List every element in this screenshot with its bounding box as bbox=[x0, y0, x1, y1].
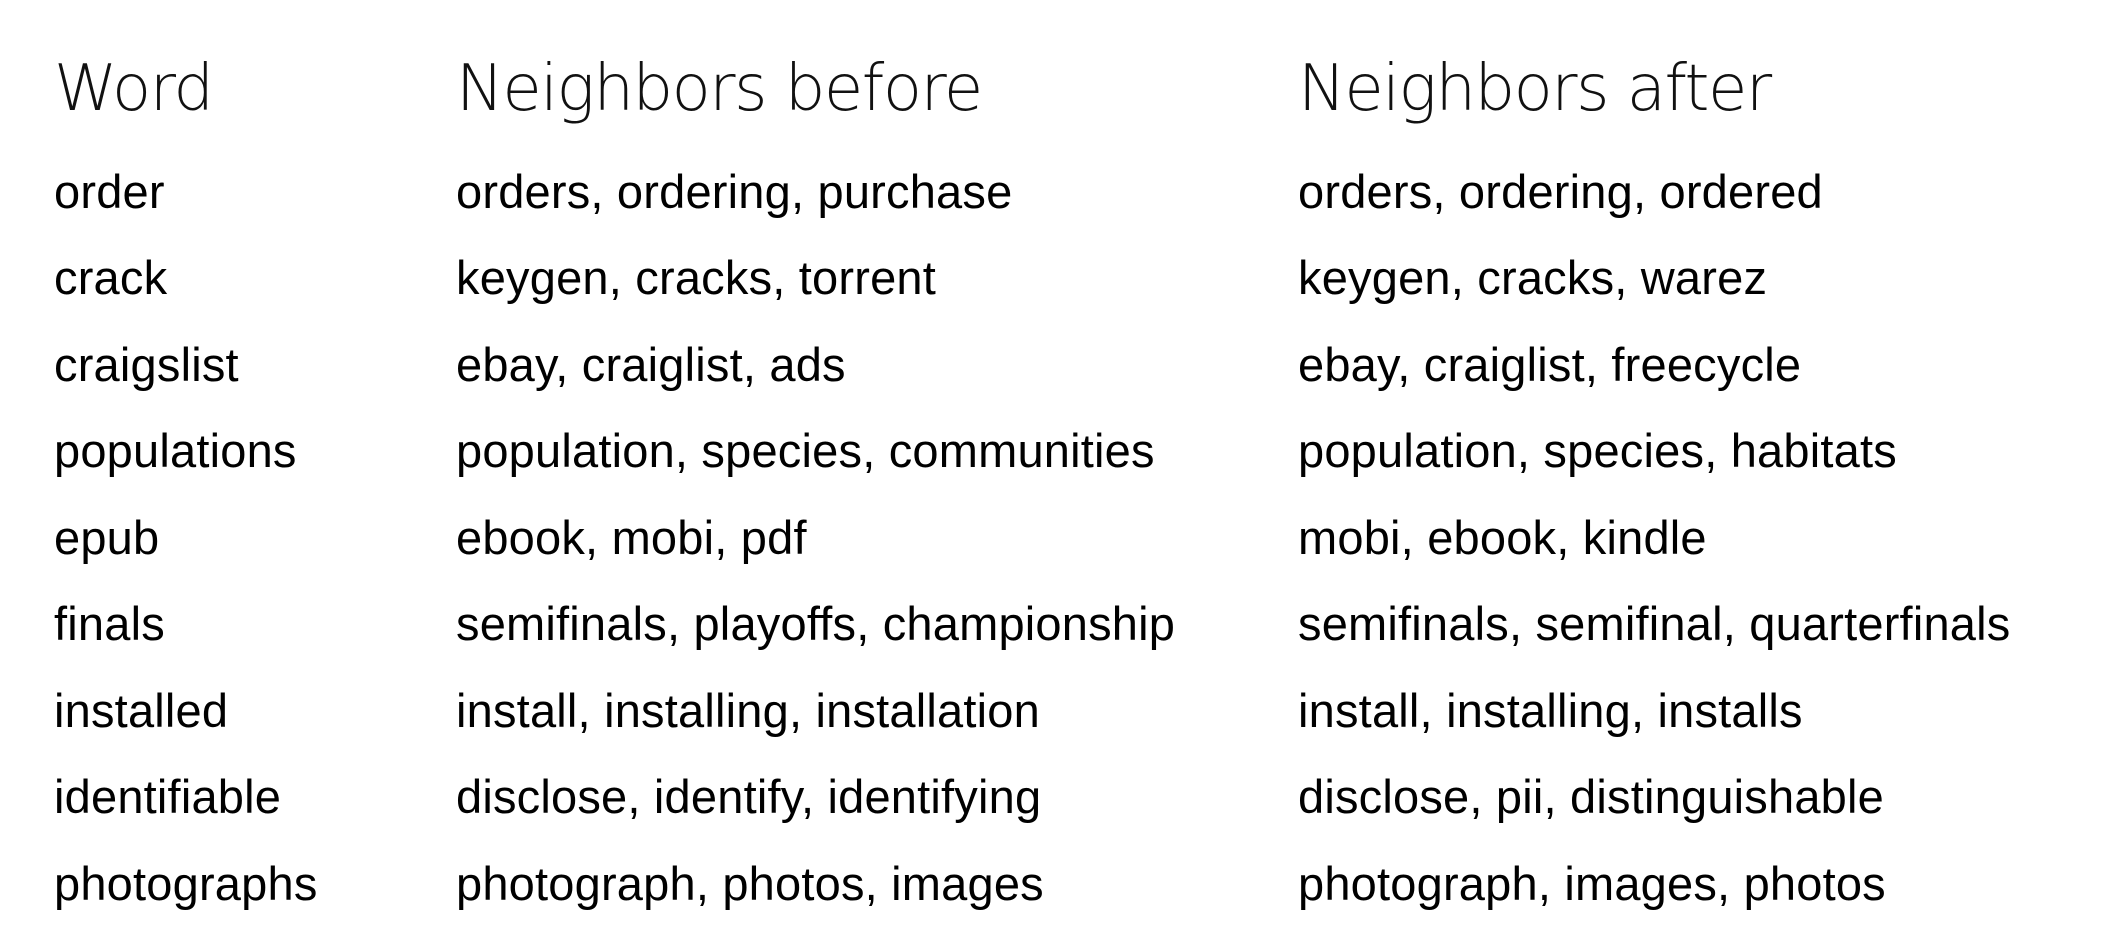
cell-neighbors-after: mobi, ebook, kindle bbox=[1298, 510, 1707, 564]
table-row: craigslist ebay, craiglist, ads ebay, cr… bbox=[54, 321, 2074, 408]
neighbors-table: Word Neighbors before Neighbors after or… bbox=[54, 30, 2074, 927]
cell-neighbors-after: ebay, craiglist, freecycle bbox=[1298, 337, 1802, 391]
cell-word: populations bbox=[54, 424, 297, 478]
header-neighbors-after: Neighbors after bbox=[1298, 52, 1772, 126]
table-row: crack keygen, cracks, torrent keygen, cr… bbox=[54, 235, 2074, 322]
cell-neighbors-after: semifinals, semifinal, quarterfinals bbox=[1298, 597, 2011, 651]
cell-neighbors-after: photograph, images, photos bbox=[1298, 856, 1886, 910]
table-row: installed install, installing, installat… bbox=[54, 667, 2074, 754]
table-row: finals semifinals, playoffs, championshi… bbox=[54, 581, 2074, 668]
header-neighbors-before: Neighbors before bbox=[456, 52, 983, 126]
header-word: Word bbox=[54, 52, 214, 126]
cell-neighbors-after: keygen, cracks, warez bbox=[1298, 251, 1768, 305]
table-row: identifiable disclose, identify, identif… bbox=[54, 754, 2074, 841]
table-row: epub ebook, mobi, pdf mobi, ebook, kindl… bbox=[54, 494, 2074, 581]
cell-neighbors-before: disclose, identify, identifying bbox=[456, 770, 1042, 824]
table-row: photographs photograph, photos, images p… bbox=[54, 840, 2074, 927]
cell-neighbors-before: ebook, mobi, pdf bbox=[456, 510, 807, 564]
cell-word: finals bbox=[54, 597, 165, 651]
cell-neighbors-before: orders, ordering, purchase bbox=[456, 164, 1013, 218]
cell-neighbors-after: disclose, pii, distinguishable bbox=[1298, 770, 1884, 824]
cell-neighbors-after: install, installing, installs bbox=[1298, 683, 1803, 737]
cell-neighbors-before: semifinals, playoffs, championship bbox=[456, 597, 1176, 651]
cell-word: photographs bbox=[54, 856, 318, 910]
cell-neighbors-before: install, installing, installation bbox=[456, 683, 1040, 737]
cell-word: installed bbox=[54, 683, 229, 737]
cell-word: crack bbox=[54, 251, 168, 305]
cell-neighbors-after: orders, ordering, ordered bbox=[1298, 164, 1823, 218]
cell-neighbors-before: photograph, photos, images bbox=[456, 856, 1044, 910]
cell-word: identifiable bbox=[54, 770, 282, 824]
table-row: populations population, species, communi… bbox=[54, 408, 2074, 495]
table-row: order orders, ordering, purchase orders,… bbox=[54, 148, 2074, 235]
cell-neighbors-before: ebay, craiglist, ads bbox=[456, 337, 846, 391]
cell-neighbors-before: keygen, cracks, torrent bbox=[456, 251, 937, 305]
cell-neighbors-after: population, species, habitats bbox=[1298, 424, 1897, 478]
table-header-row: Word Neighbors before Neighbors after bbox=[54, 30, 2074, 148]
cell-word: craigslist bbox=[54, 337, 239, 391]
cell-word: epub bbox=[54, 510, 160, 564]
cell-neighbors-before: population, species, communities bbox=[456, 424, 1155, 478]
cell-word: order bbox=[54, 164, 165, 218]
